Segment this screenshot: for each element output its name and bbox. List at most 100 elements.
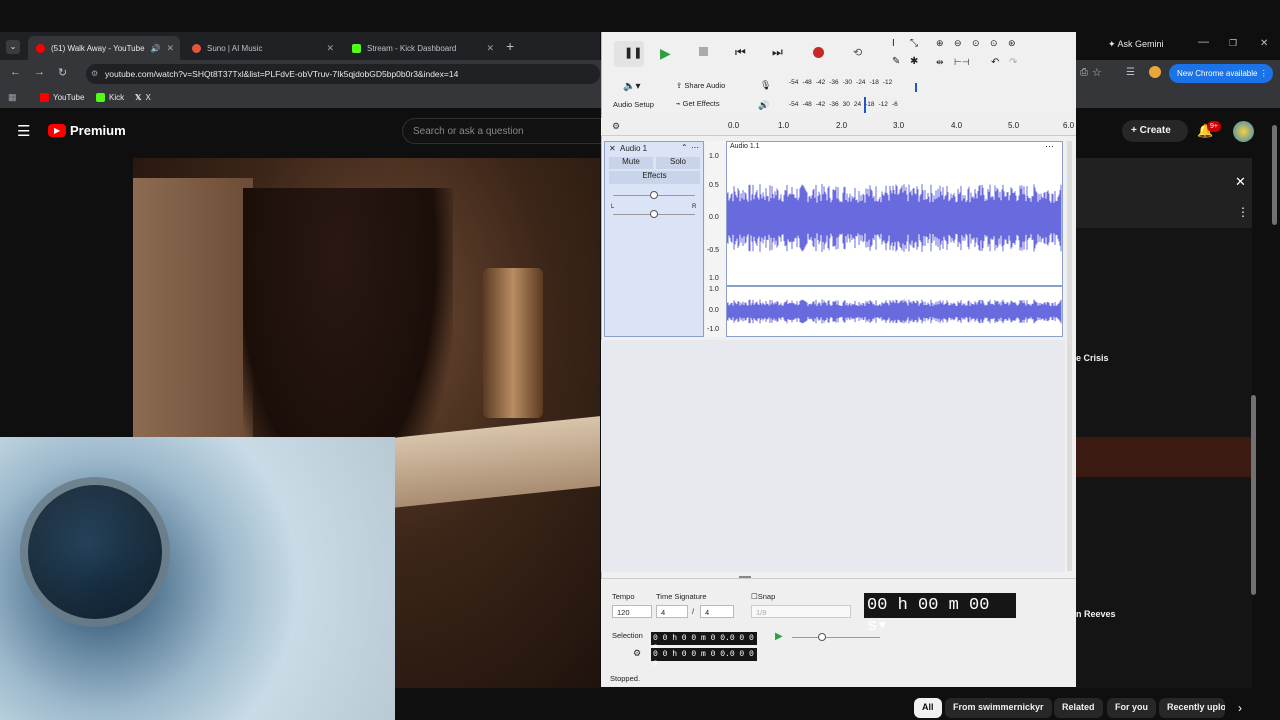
- chip-recently-uploaded[interactable]: Recently uplo: [1159, 698, 1225, 718]
- extension-icon[interactable]: ⎙: [1080, 67, 1088, 78]
- search-input[interactable]: Search or ask a question: [402, 118, 602, 144]
- reading-list-icon[interactable]: ☰: [1126, 67, 1135, 78]
- reload-icon[interactable]: ↻: [58, 66, 67, 79]
- envelope-tool-icon[interactable]: ⤡: [910, 38, 918, 49]
- clip-menu-icon[interactable]: ⋯: [1045, 141, 1054, 152]
- playlist-item-current[interactable]: [1076, 437, 1252, 477]
- minimize-icon[interactable]: —: [1198, 36, 1209, 48]
- profile-avatar[interactable]: [1149, 66, 1161, 78]
- menu-icon[interactable]: ☰: [17, 122, 30, 140]
- waveform-left[interactable]: Audio 1.1 ⋯: [726, 141, 1063, 286]
- tab-search-icon[interactable]: ⌄: [6, 40, 20, 54]
- page-scrollbar[interactable]: [1272, 125, 1277, 225]
- redo-icon[interactable]: ↷: [1009, 57, 1017, 68]
- undo-icon[interactable]: ↶: [991, 57, 999, 68]
- playback-meter-icon[interactable]: 🔊: [758, 100, 769, 111]
- trim-icon[interactable]: ⇹: [936, 57, 944, 68]
- record-meter[interactable]: -54 -48 -42 -36 -30 -24 -18 -12: [789, 79, 929, 91]
- empty-track-area[interactable]: [601, 340, 1065, 572]
- close-panel-icon[interactable]: ✕: [1235, 174, 1246, 190]
- mic-icon[interactable]: 🎙: [760, 80, 771, 91]
- track-name[interactable]: Audio 1: [620, 144, 647, 153]
- bookmark-x[interactable]: 𝕏X: [135, 93, 151, 102]
- pan-slider-thumb[interactable]: [650, 210, 658, 218]
- chip-from-channel[interactable]: From swimmernickyr: [945, 698, 1052, 718]
- address-field[interactable]: ⚙ youtube.com/watch?v=SHQt8T37Txl&list=P…: [86, 64, 600, 84]
- chip-all[interactable]: All: [914, 698, 942, 718]
- back-icon[interactable]: ←: [10, 66, 21, 78]
- create-button[interactable]: + Create: [1122, 120, 1188, 142]
- chip-for-you[interactable]: For you: [1107, 698, 1156, 718]
- panel-scrollbar[interactable]: [1251, 395, 1256, 595]
- youtube-premium-logo[interactable]: Premium: [70, 123, 126, 138]
- selection-start[interactable]: 0 0 h 0 0 m 0 0.0 0 0 s: [651, 632, 757, 652]
- bookmark-kick[interactable]: Kick: [96, 93, 124, 102]
- selection-tool-icon[interactable]: I: [892, 38, 895, 49]
- solo-button[interactable]: Solo: [656, 157, 700, 169]
- multi-tool-icon[interactable]: ✱: [910, 56, 918, 67]
- close-tab-icon[interactable]: ✕: [486, 43, 494, 54]
- waveform-right[interactable]: [726, 286, 1063, 337]
- pause-button[interactable]: ❚❚: [614, 41, 644, 67]
- close-window-icon[interactable]: ✕: [1260, 38, 1268, 49]
- fit-selection-icon[interactable]: ⊙: [972, 38, 980, 49]
- chip-related[interactable]: Related: [1054, 698, 1103, 718]
- ask-gemini-button[interactable]: ✦ Ask Gemini: [1108, 39, 1164, 50]
- fit-project-icon[interactable]: ⊙: [990, 38, 998, 49]
- resize-handle[interactable]: [739, 576, 751, 578]
- record-button[interactable]: [804, 41, 834, 67]
- speed-slider-thumb[interactable]: [818, 633, 826, 641]
- get-effects-button[interactable]: ⌁ Get Effects: [676, 99, 720, 108]
- bookmark-youtube[interactable]: YouTube: [40, 93, 84, 102]
- big-time-display[interactable]: 00 h 00 m 00 s▾: [864, 593, 1016, 636]
- sig-numerator-input[interactable]: 4: [656, 605, 688, 618]
- playlist-item-title[interactable]: e Crisis: [1076, 353, 1109, 363]
- track-menu-icon[interactable]: ⋯: [691, 143, 699, 152]
- tempo-input[interactable]: 120: [612, 605, 652, 618]
- skip-start-button[interactable]: ⏮: [727, 41, 757, 67]
- more-options-icon[interactable]: ⋮: [1237, 205, 1249, 219]
- site-info-icon[interactable]: ⚙: [91, 69, 98, 78]
- skip-end-button[interactable]: ⏭: [764, 41, 794, 67]
- tab-kick[interactable]: Stream - Kick Dashboard ✕: [344, 36, 500, 60]
- play-at-speed-button[interactable]: ▶: [775, 631, 783, 642]
- new-chrome-button[interactable]: New Chrome available ⋮: [1169, 64, 1273, 83]
- sig-denominator-select[interactable]: 4: [700, 605, 734, 618]
- snap-select[interactable]: 1/8: [751, 605, 851, 618]
- speed-slider[interactable]: [792, 637, 880, 638]
- share-audio-button[interactable]: ⇪ Share Audio: [676, 81, 725, 90]
- tab-suno[interactable]: Suno | AI Music ✕: [184, 36, 340, 60]
- play-button[interactable]: ▶: [651, 41, 681, 67]
- timeline-options-icon[interactable]: ⚙: [612, 121, 620, 132]
- selection-options-icon[interactable]: ⚙: [633, 648, 641, 659]
- close-track-icon[interactable]: ✕: [609, 144, 616, 153]
- snap-checkbox[interactable]: ☐Snap: [751, 592, 775, 601]
- speaker-icon[interactable]: 🔊: [151, 44, 161, 53]
- draw-tool-icon[interactable]: ✎: [892, 56, 900, 67]
- stop-button[interactable]: [689, 41, 719, 67]
- mute-button[interactable]: Mute: [609, 157, 653, 169]
- zoom-toggle-icon[interactable]: ⊛: [1008, 38, 1016, 49]
- effects-button[interactable]: Effects: [609, 171, 700, 184]
- forward-icon[interactable]: →: [34, 66, 45, 78]
- zoom-out-icon[interactable]: ⊖: [954, 38, 962, 49]
- new-tab-button[interactable]: +: [506, 38, 514, 54]
- gain-slider-thumb[interactable]: [650, 191, 658, 199]
- apps-icon[interactable]: ▦: [8, 92, 17, 103]
- track-control-panel[interactable]: ✕ Audio 1 ⌃ ⋯ Mute Solo Effects L R: [604, 141, 704, 337]
- playlist-item-title[interactable]: n Reeves: [1076, 609, 1116, 619]
- collapse-icon[interactable]: ⌃: [681, 143, 688, 152]
- loop-button[interactable]: ⟲: [844, 41, 874, 67]
- close-tab-icon[interactable]: ✕: [166, 43, 174, 54]
- maximize-icon[interactable]: ❐: [1229, 38, 1237, 49]
- selection-end[interactable]: 0 0 h 0 0 m 0 0.0 0 0 s: [651, 648, 757, 668]
- silence-icon[interactable]: ⊢⊣: [954, 57, 970, 68]
- vertical-scrollbar[interactable]: [1067, 141, 1072, 571]
- account-avatar[interactable]: [1233, 121, 1254, 142]
- tab-youtube[interactable]: (51) Walk Away - YouTube 🔊 ✕: [28, 36, 180, 60]
- clip-name[interactable]: Audio 1.1: [730, 143, 760, 150]
- youtube-logo-icon[interactable]: ▶: [48, 124, 66, 137]
- bookmark-star-icon[interactable]: ☆: [1092, 66, 1102, 79]
- chevron-right-icon[interactable]: ›: [1238, 701, 1242, 715]
- close-tab-icon[interactable]: ✕: [326, 43, 334, 54]
